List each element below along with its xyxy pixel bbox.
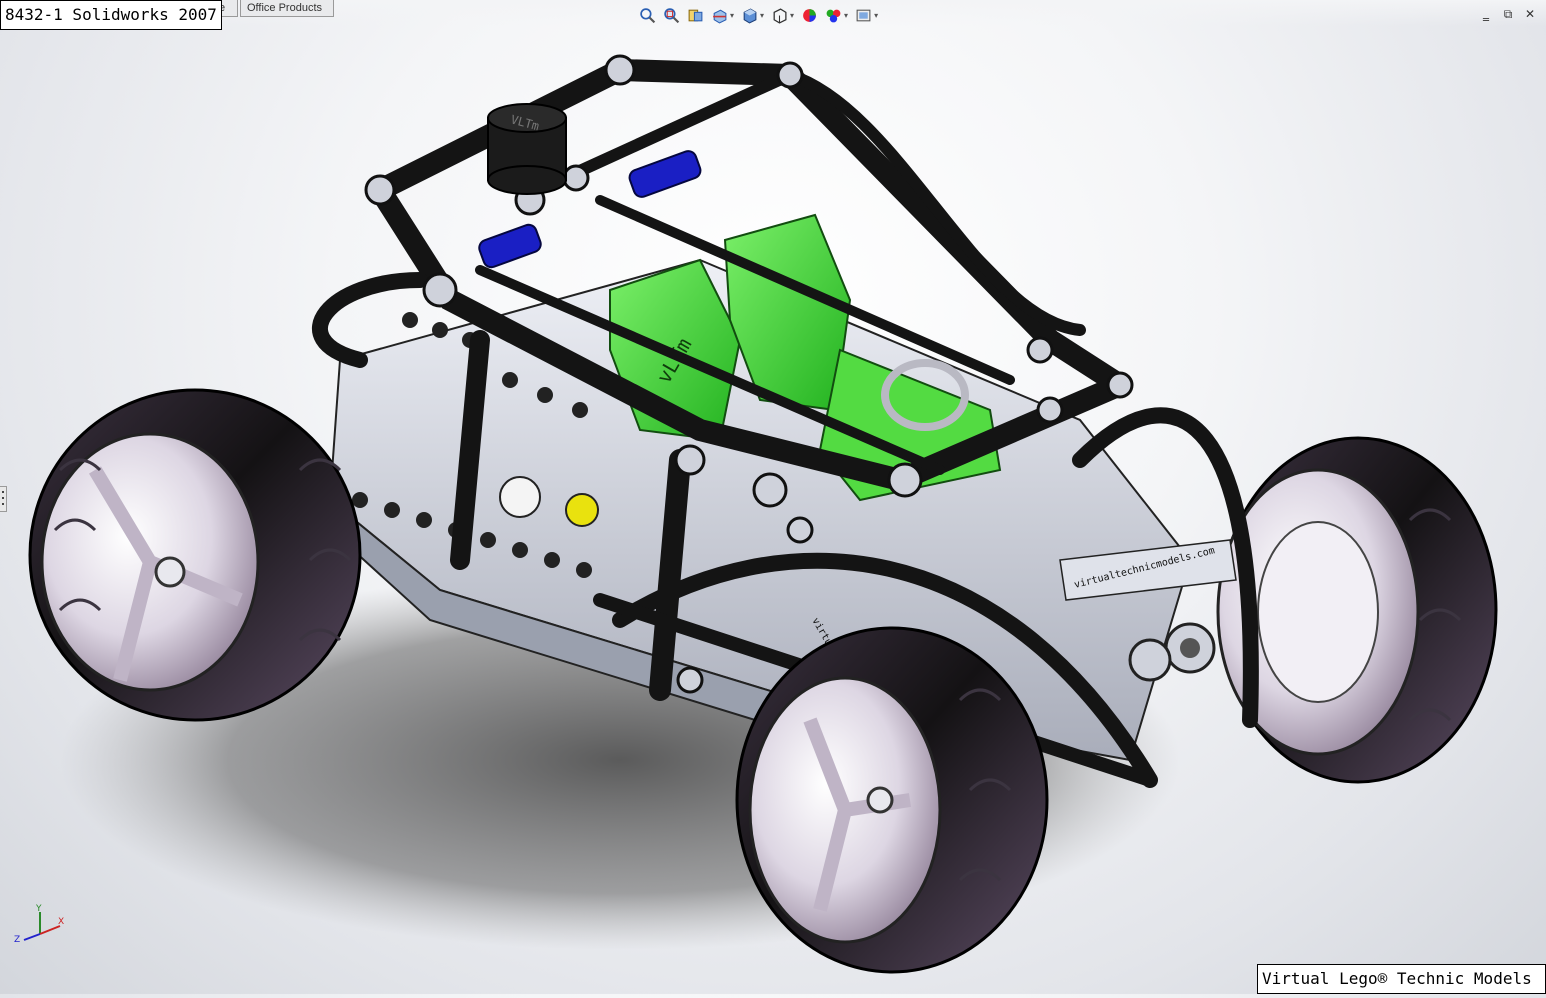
minimize-button[interactable]: ‗	[1478, 6, 1494, 22]
apply-scene-icon[interactable]	[854, 6, 872, 24]
hide-show-items-icon[interactable]	[800, 6, 818, 24]
white-bush	[499, 476, 541, 518]
view-orientation-icon[interactable]	[740, 6, 758, 24]
front-right-wheel	[735, 626, 1049, 974]
display-style-icon[interactable]	[770, 6, 788, 24]
reference-triad: Y X Z	[14, 904, 64, 945]
chevron-down-icon[interactable]: ▾	[790, 11, 794, 20]
triad-x-label: X	[58, 917, 64, 927]
zoom-to-fit-icon[interactable]	[638, 6, 656, 24]
triad-y-label: Y	[35, 904, 42, 914]
model-title-label: 8432-1 Solidworks 2007	[0, 0, 222, 30]
close-button[interactable]: ✕	[1522, 6, 1538, 22]
heads-up-view-toolbar: ▾ ▾ ▾ ▾ ▾	[638, 4, 878, 26]
chevron-down-icon[interactable]: ▾	[874, 11, 878, 20]
edit-appearance-icon[interactable]	[824, 6, 842, 24]
front-left-wheel	[28, 388, 362, 722]
rear-right-wheel	[1216, 436, 1498, 784]
section-view-icon[interactable]	[710, 6, 728, 24]
chevron-down-icon[interactable]: ▾	[844, 11, 848, 20]
zoom-to-area-icon[interactable]	[662, 6, 680, 24]
tab-office-products[interactable]: Office Products	[240, 0, 334, 17]
restore-button[interactable]: ⧉	[1500, 6, 1516, 22]
chevron-down-icon[interactable]: ▾	[760, 11, 764, 20]
credit-label: Virtual Lego® Technic Models	[1257, 964, 1546, 994]
yellow-bush	[565, 493, 599, 527]
previous-view-icon[interactable]	[686, 6, 704, 24]
panel-collapse-handle[interactable]	[0, 486, 7, 512]
graphics-area[interactable]: virtualtechnicmodels.com virtualtec vLTm	[0, 0, 1546, 994]
chevron-down-icon[interactable]: ▾	[730, 11, 734, 20]
engine-cylinder: VLTm	[487, 103, 567, 195]
triad-z-label: Z	[14, 935, 20, 945]
